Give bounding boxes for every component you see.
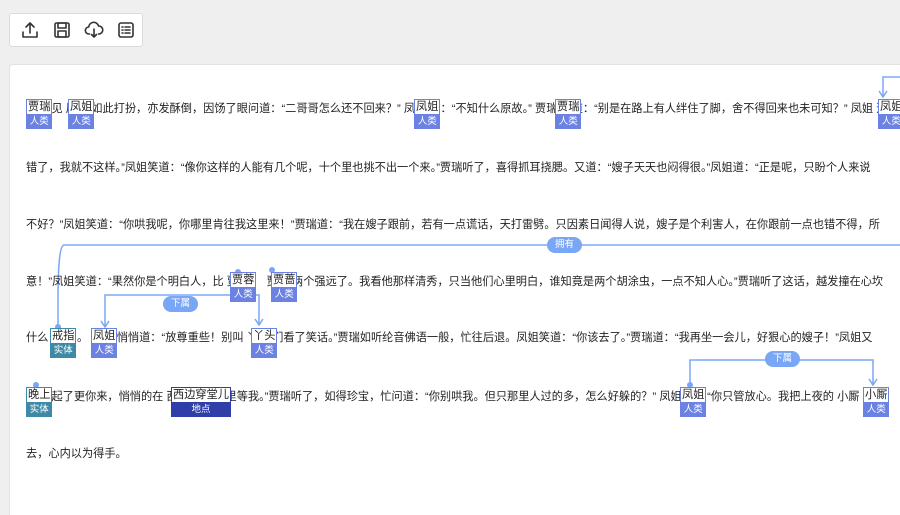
entity-chip[interactable]: 凤姐 人类 <box>414 99 441 129</box>
entity-text: 西边穿堂儿 <box>171 387 231 403</box>
entity-type-label: 人类 <box>91 344 118 358</box>
entity-chip[interactable]: 晚上 实体 <box>26 387 53 417</box>
entity-type-label: 实体 <box>26 403 53 417</box>
text-line: 晚上 起了更你来，悄悄的在 西边穿堂儿 里等我。”贾瑞听了，如得珍宝，忙问道：“… <box>26 391 874 403</box>
entity-text: 凤姐 <box>878 99 900 115</box>
entity-type-label: 人类 <box>271 288 298 302</box>
entity-type-label: 人类 <box>863 403 890 417</box>
entity-text: 戒指 <box>50 328 77 344</box>
upload-icon <box>22 22 38 38</box>
list-button[interactable] <box>110 15 142 45</box>
entity-text: 凤姐 <box>91 328 118 344</box>
annotation-panel: 拥有 下属 下属 贾瑞 见 凤姐 如此打扮，亦发酥倒，因饧了眼问道：“二哥哥怎么… <box>9 64 900 515</box>
entity-type-label: 人类 <box>680 403 707 417</box>
save-icon <box>54 22 70 38</box>
entity-text: 贾蓉 <box>230 272 257 288</box>
entity-chip[interactable]: 凤姐 人类 <box>68 99 95 129</box>
entity-chip[interactable]: 贾蔷 人类 <box>271 272 298 302</box>
upload-button[interactable] <box>14 15 46 45</box>
entity-type-label: 人类 <box>68 115 95 129</box>
entity-type-label: 人类 <box>555 115 582 129</box>
text-line: 意！”凤姐笑道：“果然你是个明白人，比 贾蓉 、 贾蔷 两个强远了。我看他那样清… <box>26 276 884 288</box>
entity-text: 贾瑞 <box>555 99 582 115</box>
toolbar <box>9 13 143 47</box>
entity-chip[interactable]: 戒指 实体 <box>50 328 77 358</box>
relation-label[interactable]: 下属 <box>163 296 199 312</box>
entity-type-label: 实体 <box>50 344 77 358</box>
entity-chip[interactable]: 凤姐 人类 <box>91 328 118 358</box>
entity-text: 凤姐 <box>680 387 707 403</box>
list-icon <box>118 22 134 38</box>
entity-text: 凤姐 <box>68 99 95 115</box>
entity-type-label: 人类 <box>878 115 900 129</box>
download-button[interactable] <box>78 15 110 45</box>
entity-text: 小厮 <box>863 387 890 403</box>
entity-chip[interactable]: 贾蓉 人类 <box>230 272 257 302</box>
entity-chip[interactable]: 凤姐 人类 <box>680 387 707 417</box>
entity-text: 晚上 <box>26 387 53 403</box>
entity-chip[interactable]: 丫头 人类 <box>251 328 278 358</box>
entity-chip[interactable]: 凤姐 人类 <box>878 99 900 129</box>
entity-chip[interactable]: 贾瑞 人类 <box>26 99 53 129</box>
cloud-download-icon <box>84 21 104 38</box>
entity-text: 贾蔷 <box>271 272 298 288</box>
entity-type-label: 人类 <box>26 115 53 129</box>
entity-text: 丫头 <box>251 328 278 344</box>
entity-type-label: 人类 <box>414 115 441 129</box>
relation-label[interactable]: 拥有 <box>547 237 583 253</box>
text-line: 贾瑞 见 凤姐 如此打扮，亦发酥倒，因饧了眼问道：“二哥哥怎么还不回来？” 凤姐… <box>26 103 888 115</box>
entity-text: 凤姐 <box>414 99 441 115</box>
text-line: 不好？”凤姐笑道：“你哄我呢，你哪里肯往我这里来！”贾瑞道：“我在嫂子跟前，若有… <box>26 219 880 231</box>
entity-type-label: 人类 <box>251 344 278 358</box>
entity-text: 贾瑞 <box>26 99 53 115</box>
text-line: 去，心内以为得手。 <box>26 448 127 460</box>
save-button[interactable] <box>46 15 78 45</box>
entity-chip[interactable]: 小厮 人类 <box>863 387 890 417</box>
entity-type-label: 人类 <box>230 288 257 302</box>
entity-chip[interactable]: 贾瑞 人类 <box>555 99 582 129</box>
text-line: 错了，我就不这样。”凤姐笑道：“像你这样的人能有几个呢，十个里也挑不出一个来。”… <box>26 162 871 174</box>
entity-type-label: 地点 <box>171 403 231 417</box>
entity-chip[interactable]: 西边穿堂儿 地点 <box>171 387 231 417</box>
text-line: 什么 戒指 。 凤姐 悄悄道：“放尊重些！别叫 丫头 们看了笑话。”贾瑞如听纶音… <box>26 332 873 344</box>
relation-label[interactable]: 下属 <box>765 351 801 367</box>
